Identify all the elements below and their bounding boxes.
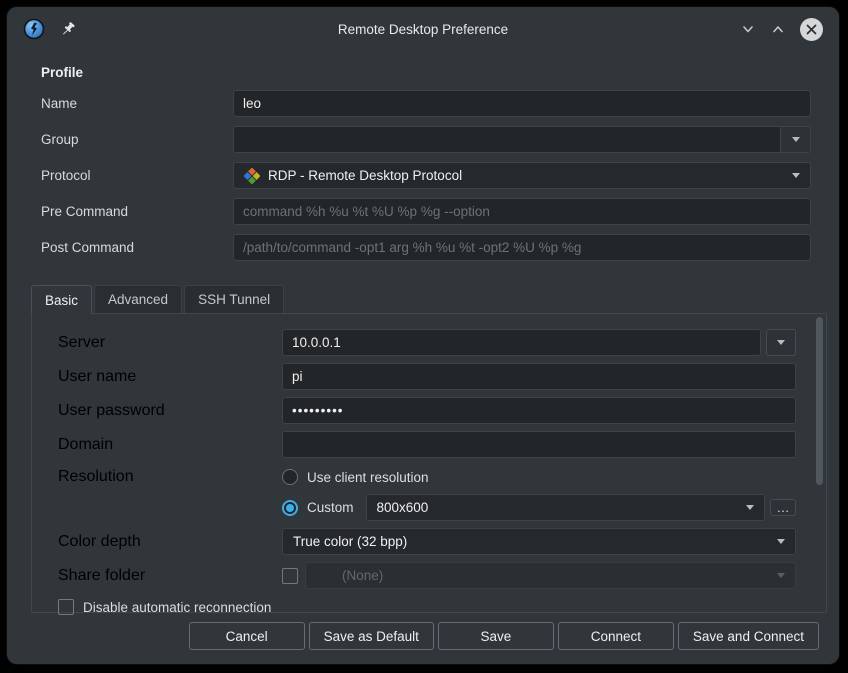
share-folder-label: Share folder xyxy=(58,567,282,585)
pre-command-label: Pre Command xyxy=(41,204,233,219)
domain-input[interactable] xyxy=(282,431,796,458)
save-button[interactable]: Save xyxy=(438,622,554,650)
custom-resolution-select[interactable]: 800x600 xyxy=(366,494,765,521)
disable-reconnect-row: Disable automatic reconnection xyxy=(58,599,796,615)
server-dropdown-button[interactable] xyxy=(766,329,796,356)
tab-advanced[interactable]: Advanced xyxy=(94,285,182,313)
post-command-row: Post Command xyxy=(41,234,811,261)
tab-ssh-tunnel[interactable]: SSH Tunnel xyxy=(184,285,284,313)
dropdown-arrow-icon xyxy=(777,539,785,544)
action-button-row: Cancel Save as Default Save Connect Save… xyxy=(7,622,819,650)
color-depth-label: Color depth xyxy=(58,533,282,551)
server-row: Server xyxy=(58,329,796,356)
protocol-select[interactable]: RDP - Remote Desktop Protocol xyxy=(233,162,811,189)
username-input[interactable] xyxy=(282,363,796,390)
password-row: User password xyxy=(58,397,796,424)
server-input[interactable] xyxy=(282,329,761,356)
protocol-value: RDP - Remote Desktop Protocol xyxy=(268,168,462,183)
domain-label: Domain xyxy=(58,436,282,454)
connect-button[interactable]: Connect xyxy=(558,622,674,650)
save-and-connect-button[interactable]: Save and Connect xyxy=(678,622,819,650)
group-row: Group xyxy=(41,126,811,153)
remote-desktop-preference-window: Remote Desktop Preference Profile Name G… xyxy=(6,6,840,665)
username-row: User name xyxy=(58,363,796,390)
custom-resolution-radio[interactable] xyxy=(282,500,298,516)
domain-row: Domain xyxy=(58,431,796,458)
password-label: User password xyxy=(58,402,282,420)
basic-tab-panel: Server User name User password Domain xyxy=(31,313,827,613)
tab-bar: Basic Advanced SSH Tunnel xyxy=(31,285,827,313)
protocol-label: Protocol xyxy=(41,168,233,183)
resolution-more-button[interactable]: … xyxy=(770,499,796,516)
use-client-resolution-radio[interactable] xyxy=(282,469,298,485)
dropdown-arrow-icon xyxy=(746,505,754,510)
pin-icon[interactable] xyxy=(59,20,77,38)
resolution-label: Resolution xyxy=(58,468,282,486)
server-label: Server xyxy=(58,334,282,352)
cancel-button[interactable]: Cancel xyxy=(189,622,305,650)
maximize-button[interactable] xyxy=(770,21,786,37)
dropdown-arrow-icon xyxy=(777,340,785,345)
share-folder-value: (None) xyxy=(342,568,383,583)
pre-command-row: Pre Command xyxy=(41,198,811,225)
profile-heading: Profile xyxy=(41,65,811,80)
custom-resolution-row: Custom 800x600 … xyxy=(58,494,796,521)
share-folder-select: (None) xyxy=(305,562,796,589)
name-row: Name xyxy=(41,90,811,117)
name-input[interactable] xyxy=(233,90,811,117)
disable-reconnect-label: Disable automatic reconnection xyxy=(83,600,271,615)
window-title: Remote Desktop Preference xyxy=(7,22,839,37)
group-dropdown-button[interactable] xyxy=(780,126,811,153)
dropdown-arrow-icon xyxy=(792,173,800,178)
color-depth-value: True color (32 bpp) xyxy=(293,534,407,549)
post-command-label: Post Command xyxy=(41,240,233,255)
scrollbar-thumb[interactable] xyxy=(816,317,823,485)
group-input[interactable] xyxy=(233,126,780,153)
custom-resolution-label: Custom xyxy=(307,500,354,515)
custom-resolution-value: 800x600 xyxy=(377,500,429,515)
app-icon[interactable] xyxy=(23,18,45,40)
rdp-protocol-icon xyxy=(244,168,260,184)
password-input[interactable] xyxy=(282,397,796,424)
dropdown-arrow-icon xyxy=(777,573,785,578)
share-folder-checkbox[interactable] xyxy=(282,568,298,584)
tab-basic[interactable]: Basic xyxy=(31,285,92,314)
protocol-row: Protocol RDP - Remote Desktop Protocol xyxy=(41,162,811,189)
save-as-default-button[interactable]: Save as Default xyxy=(309,622,434,650)
pre-command-input[interactable] xyxy=(233,198,811,225)
close-button[interactable] xyxy=(800,18,823,41)
share-folder-row: Share folder (None) xyxy=(58,562,796,589)
post-command-input[interactable] xyxy=(233,234,811,261)
dropdown-arrow-icon xyxy=(792,137,800,142)
name-label: Name xyxy=(41,96,233,111)
color-depth-row: Color depth True color (32 bpp) xyxy=(58,528,796,555)
panel-scrollbar[interactable] xyxy=(816,317,823,611)
disable-reconnect-checkbox[interactable] xyxy=(58,599,74,615)
username-label: User name xyxy=(58,368,282,386)
color-depth-select[interactable]: True color (32 bpp) xyxy=(282,528,796,555)
shade-button[interactable] xyxy=(740,21,756,37)
group-label: Group xyxy=(41,132,233,147)
resolution-row: Resolution Use client resolution xyxy=(58,468,796,486)
use-client-resolution-label: Use client resolution xyxy=(307,470,429,485)
titlebar: Remote Desktop Preference xyxy=(7,7,839,51)
